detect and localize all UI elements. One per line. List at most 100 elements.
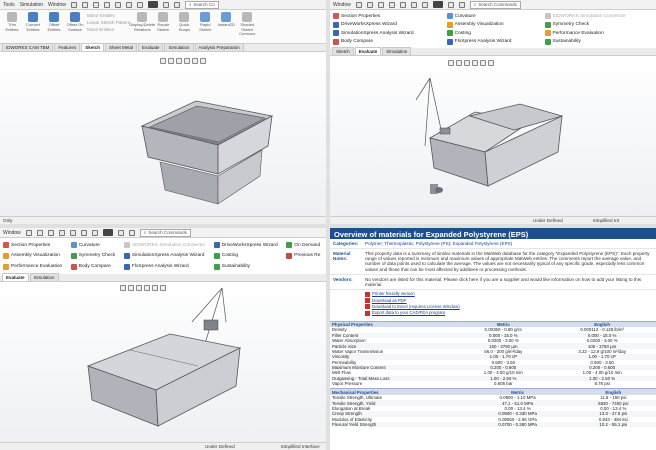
categories-link[interactable]: Polymer; Thermoplastic; Polystyrene (PS)…: [365, 241, 512, 246]
play-icon[interactable]: [432, 1, 443, 8]
sustainability-button[interactable]: Sustainability: [544, 38, 653, 46]
undo-icon[interactable]: [80, 229, 87, 236]
sustainability-button[interactable]: Sustainability: [213, 262, 280, 271]
simulation-connector-button[interactable]: SIDWORKS Simulation Connector: [544, 13, 653, 20]
tab-sketch[interactable]: Sketch: [81, 43, 104, 51]
section-properties-button[interactable]: Section Properties: [3, 241, 65, 250]
search-commands[interactable]: ⌕ Search Co: [184, 0, 219, 9]
property-name[interactable]: Flexural Yield Strength: [330, 421, 465, 428]
print-icon[interactable]: [114, 1, 121, 8]
graphics-area[interactable]: [0, 54, 326, 216]
search-commands[interactable]: ⌕ Search Commands: [469, 0, 521, 9]
property-name[interactable]: Vapor Pressure: [330, 381, 458, 386]
tab-simulation[interactable]: Simulation: [164, 43, 194, 51]
linear-pattern-button[interactable]: Linear Sketch Pattern: [87, 20, 130, 25]
options-icon[interactable]: [173, 1, 180, 8]
undo-icon[interactable]: [410, 1, 417, 8]
tab-simulation[interactable]: Simulation: [29, 273, 59, 281]
home-icon[interactable]: [81, 1, 88, 8]
menu-window[interactable]: Window: [3, 230, 21, 236]
tab-evaluate[interactable]: Evaluate: [137, 43, 164, 51]
play-icon[interactable]: [147, 1, 158, 8]
tab-evaluate[interactable]: Evaluate: [354, 47, 382, 55]
open-icon[interactable]: [47, 229, 54, 236]
select-icon[interactable]: [421, 1, 428, 8]
download-excel-link[interactable]: Download to Excel (requires License Wind…: [372, 304, 460, 309]
on-demand-button[interactable]: On Demand: [286, 241, 323, 250]
section-properties-button[interactable]: Section Properties: [333, 13, 441, 20]
open-icon[interactable]: [92, 1, 99, 8]
print-icon[interactable]: [399, 1, 406, 8]
repair-sketch-button[interactable]: Repair Sketch: [154, 12, 172, 41]
curvature-button[interactable]: Curvature: [70, 241, 118, 250]
export-cad-link[interactable]: Export data to your CAD/FEA program: [372, 310, 445, 315]
rapid-sketch-button[interactable]: Rapid Sketch: [196, 12, 214, 41]
menu-window[interactable]: Window: [333, 2, 351, 8]
symmetry-check-button[interactable]: Symmetry Check: [544, 21, 653, 29]
offset-entities-button[interactable]: Offset Entities: [45, 12, 63, 41]
printer-friendly-link[interactable]: Printer friendly version: [372, 291, 415, 296]
search-commands[interactable]: ⌕ Search Commands: [139, 228, 191, 237]
print-icon[interactable]: [69, 229, 76, 236]
quick-snaps-button[interactable]: Quick Snaps: [175, 12, 193, 41]
rebuild-icon[interactable]: [162, 1, 169, 8]
options-icon[interactable]: [128, 229, 135, 236]
options-icon[interactable]: [458, 1, 465, 8]
home-icon[interactable]: [355, 1, 362, 8]
driveworks-button[interactable]: DriveWorksXpress Wizard: [213, 241, 280, 250]
assembly-visualization-button[interactable]: Assembly Visualization: [3, 252, 65, 261]
download-pdf-link[interactable]: Download as PDF: [372, 298, 407, 303]
select-icon[interactable]: [136, 1, 143, 8]
performance-evaluation-button[interactable]: Performance Evaluation: [3, 262, 65, 271]
body-compare-button[interactable]: Body Compare: [333, 38, 441, 46]
shaded-contours-button[interactable]: Shaded Sketch Contours: [238, 12, 256, 41]
body-compare-button[interactable]: Body Compare: [70, 262, 118, 271]
move-entities-button[interactable]: Move Entities: [87, 27, 130, 32]
trim-entities-button[interactable]: Trim Entities: [3, 12, 21, 41]
new-icon[interactable]: [366, 1, 373, 8]
graphics-area[interactable]: [0, 282, 326, 442]
mirror-entities-button[interactable]: Mirror Entities: [87, 13, 130, 18]
simulation-connector-button[interactable]: SIDWORKS Simulation Connector: [123, 241, 208, 250]
open-icon[interactable]: [377, 1, 384, 8]
offset-on-surface-button[interactable]: Offset On Surface: [66, 12, 84, 41]
costing-button[interactable]: Costing: [213, 252, 280, 261]
convert-entities-button[interactable]: Convert Entities: [24, 12, 42, 41]
menu-window[interactable]: Window: [48, 2, 66, 8]
simulationxpress-button[interactable]: SimulationXpress Analysis Wizard: [333, 30, 441, 37]
simulationxpress-button[interactable]: SimulationXpress Analysis Wizard: [123, 252, 208, 261]
instant2d-button[interactable]: Instant2D: [217, 12, 235, 41]
rebuild-icon[interactable]: [447, 1, 454, 8]
tab-sheet-metal[interactable]: Sheet Metal: [104, 43, 137, 51]
save-icon[interactable]: [58, 229, 65, 236]
undo-icon[interactable]: [125, 1, 132, 8]
tab-sketch[interactable]: Sketch: [332, 47, 354, 55]
costing-button[interactable]: Costing: [446, 30, 539, 37]
symmetry-check-button[interactable]: Symmetry Check: [70, 252, 118, 261]
new-icon[interactable]: [36, 229, 43, 236]
curvature-button[interactable]: Curvature: [446, 13, 539, 20]
save-icon[interactable]: [388, 1, 395, 8]
assembly-visualization-button[interactable]: Assembly Visualization: [446, 21, 539, 29]
previous-results-button[interactable]: Previous Re: [286, 252, 323, 261]
select-icon[interactable]: [91, 229, 98, 236]
driveworks-button[interactable]: DriveWorksXpress Wizard: [333, 21, 441, 29]
menu-tools[interactable]: Tools: [3, 2, 15, 8]
new-icon[interactable]: [70, 1, 77, 8]
tab-features[interactable]: Features: [54, 43, 81, 51]
performance-evaluation-button[interactable]: Performance Evaluation: [544, 30, 653, 37]
home-icon[interactable]: [25, 229, 32, 236]
relations-button[interactable]: Display/Delete Relations: [129, 12, 155, 41]
cad-window-evaluate-2: Window ⌕ Search Commands Section Properti…: [0, 228, 326, 450]
rebuild-icon[interactable]: [117, 229, 124, 236]
save-icon[interactable]: [103, 1, 110, 8]
play-icon[interactable]: [102, 229, 113, 236]
floxpress-button[interactable]: FloXpress Analysis Wizard: [446, 38, 539, 46]
menu-simulation[interactable]: Simulation: [20, 2, 43, 8]
tab-cam[interactable]: IDWORKS CAM TBM: [2, 43, 54, 51]
tab-analysis-preparation[interactable]: Analysis Preparation: [194, 43, 244, 51]
floxpress-button[interactable]: FloXpress Analysis Wizard: [123, 262, 208, 271]
tab-evaluate[interactable]: Evaluate: [2, 273, 29, 281]
graphics-area[interactable]: [330, 56, 656, 216]
tab-simulation[interactable]: Simulation: [382, 47, 412, 55]
